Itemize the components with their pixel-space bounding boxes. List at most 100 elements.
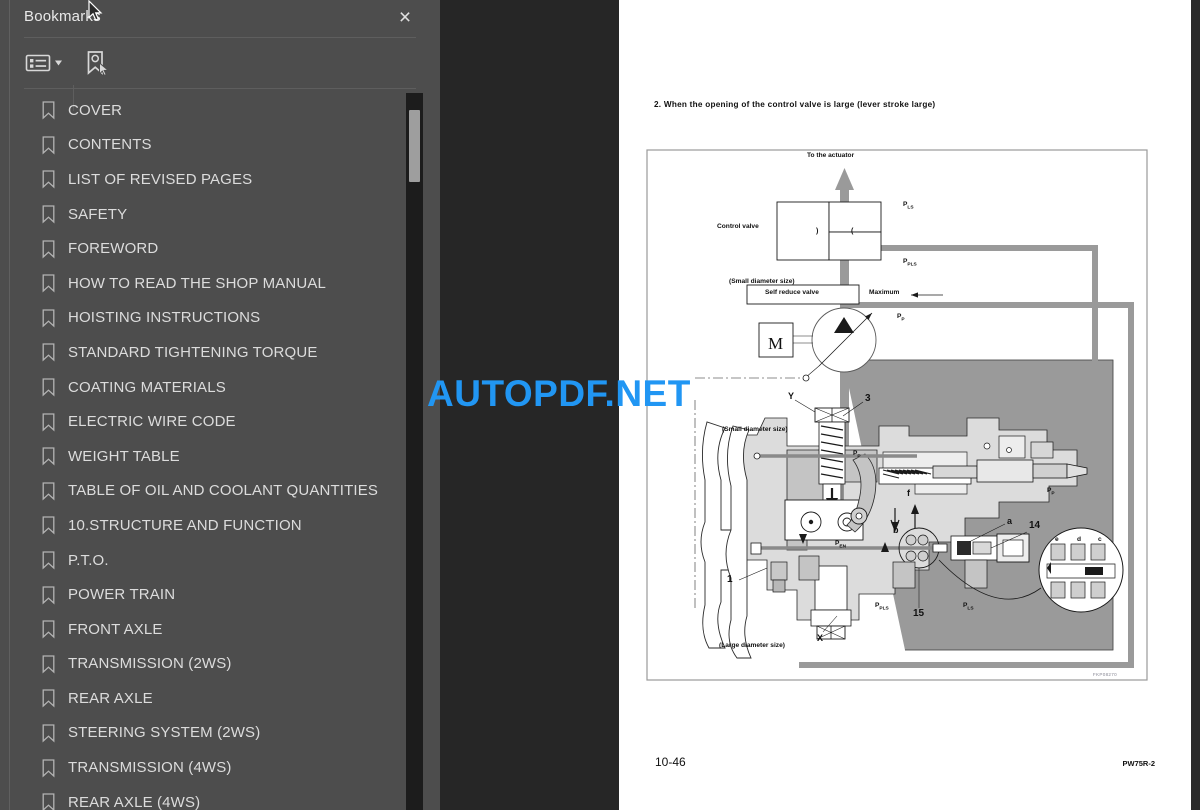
callout-15: 15 (913, 608, 925, 619)
bookmark-item[interactable]: STEERING SYSTEM (2WS) (10, 716, 406, 751)
bookmark-icon (42, 240, 55, 259)
letter-c: c (1098, 536, 1102, 543)
bookmark-icon (42, 412, 55, 432)
bookmark-item-label: HOISTING INSTRUCTIONS (68, 309, 261, 327)
port-label-ppls-top: PPLS (903, 258, 917, 268)
bookmark-item[interactable]: COATING MATERIALS (10, 370, 406, 405)
close-icon[interactable]: × (392, 5, 418, 31)
bookmark-item-label: TRANSMISSION (2WS) (68, 655, 232, 673)
letter-y: Y (788, 391, 795, 401)
bookmark-item-label: POWER TRAIN (68, 586, 176, 604)
port-label-ppls-bottom: PPLS (875, 602, 889, 612)
bookmark-list[interactable]: COVER CONTENTS LIST OF REVISED PAGES SAFETY… (10, 93, 406, 810)
bookmark-item[interactable]: 10.STRUCTURE AND FUNCTION (10, 508, 406, 543)
footer-page-number: 10-46 (655, 755, 686, 769)
bookmark-icon (42, 516, 55, 535)
bookmark-item-label: 10.STRUCTURE AND FUNCTION (68, 516, 302, 534)
bookmark-item[interactable]: SAFETY (10, 197, 406, 232)
bookmark-item[interactable]: WEIGHT TABLE (10, 439, 406, 474)
bookmark-icon (42, 136, 55, 155)
bookmark-icon (42, 551, 55, 570)
hydraulic-diagram: .pipe{fill:#9a9a9a;stroke:#4a4a4a;stroke… (646, 149, 1148, 681)
bookmark-item[interactable]: STANDARD TIGHTENING TORQUE (10, 335, 406, 370)
label-small-diameter-mid: (Small diameter size) (722, 426, 788, 433)
bookmark-icon (42, 378, 55, 397)
letter-b: b (893, 525, 899, 535)
port-label-pen: PEN (835, 540, 847, 550)
bookmark-item-label: COATING MATERIALS (68, 378, 226, 396)
bookmark-item[interactable]: ELECTRIC WIRE CODE (10, 404, 406, 439)
callout-1: 1 (727, 574, 733, 585)
bookmark-item-label: CONTENTS (68, 136, 152, 154)
label-maximum: Maximum (869, 289, 900, 296)
mouse-cursor-icon (88, 0, 104, 24)
bookmark-item-label: REAR AXLE (68, 689, 153, 707)
bookmark-item-label: REAR AXLE (4WS) (68, 793, 201, 810)
bookmark-icon (42, 343, 55, 362)
bookmark-icon (42, 170, 55, 189)
bookmark-item[interactable]: HOW TO READ THE SHOP MANUAL (10, 266, 406, 301)
port-label-pp-top: PP (897, 313, 905, 323)
pdf-page: 2. When the opening of the control valve… (619, 0, 1191, 810)
letter-a: a (1007, 516, 1013, 526)
bookmark-item[interactable]: TABLE OF OIL AND COOLANT QUANTITIES (10, 474, 406, 509)
bookmark-item[interactable]: FRONT AXLE (10, 612, 406, 647)
bookmark-item[interactable]: TRANSMISSION (4WS) (10, 750, 406, 785)
bookmark-icon (42, 274, 55, 293)
callout-3: 3 (865, 393, 871, 404)
list-options-icon[interactable] (24, 48, 70, 78)
scrollbar-thumb[interactable] (409, 110, 420, 182)
page-right-shadow (1191, 0, 1200, 810)
bookmark-icon (42, 689, 55, 708)
bookmark-item-label: STANDARD TIGHTENING TORQUE (68, 343, 318, 361)
bookmark-item-label: HOW TO READ THE SHOP MANUAL (68, 274, 326, 292)
bookmarks-toolbar (0, 38, 440, 111)
port-label-pp-mid: PP (853, 450, 861, 460)
label-large-diameter: (Large diameter size) (719, 642, 785, 649)
bookmark-icon (42, 655, 55, 674)
footer-model: PW75R-2 (1122, 759, 1155, 768)
svg-text:M: M (768, 334, 783, 353)
toolbar-divider (24, 88, 416, 89)
bookmark-icon (42, 482, 55, 501)
bookmark-item[interactable]: LIST OF REVISED PAGES (10, 162, 406, 197)
bookmark-icon (42, 724, 55, 743)
bookmark-item[interactable]: HOISTING INSTRUCTIONS (10, 301, 406, 336)
letter-e: e (1055, 536, 1059, 543)
scrollbar-track[interactable] (406, 93, 423, 810)
chevron-down-icon (55, 60, 62, 66)
new-bookmark-icon[interactable] (82, 48, 112, 78)
bookmark-item[interactable]: CONTENTS (10, 128, 406, 163)
panel-header: Bookmarks × (10, 0, 440, 38)
bookmark-item[interactable]: REAR AXLE (4WS) (10, 785, 406, 810)
bookmark-icon (42, 620, 55, 639)
bookmark-item-label: FRONT AXLE (68, 620, 163, 638)
watermark: AUTOPDF.NET (427, 373, 691, 414)
port-label-pp-right: PP (1047, 487, 1055, 497)
bookmark-icon (42, 758, 55, 778)
bookmark-item-label: ELECTRIC WIRE CODE (68, 413, 236, 431)
bookmark-item-label: FOREWORD (68, 240, 159, 258)
bookmark-item-label: COVER (68, 101, 123, 119)
letter-d: d (1077, 536, 1082, 543)
bookmark-icon (42, 447, 55, 466)
figure-code: FKP08270 (1092, 672, 1117, 677)
label-small-diameter-top: (Small diameter size) (729, 278, 795, 285)
bookmark-item[interactable]: POWER TRAIN (10, 577, 406, 612)
bookmark-item[interactable]: FOREWORD (10, 231, 406, 266)
bookmark-item-label: TABLE OF OIL AND COOLANT QUANTITIES (68, 482, 379, 500)
bookmark-item-label: LIST OF REVISED PAGES (68, 170, 253, 188)
bookmark-item[interactable]: P.T.O. (10, 543, 406, 578)
bookmark-icon (42, 585, 55, 605)
bookmark-item[interactable]: TRANSMISSION (2WS) (10, 647, 406, 682)
bookmark-item[interactable]: COVER (10, 93, 406, 128)
bookmark-icon (42, 793, 55, 810)
letter-f: f (907, 488, 910, 498)
bookmark-item-label: STEERING SYSTEM (2WS) (68, 724, 261, 742)
bookmark-item-label: WEIGHT TABLE (68, 447, 180, 465)
bookmarks-panel: Bookmarks × COVER CONTENTS LIST OF REVISED… (0, 0, 440, 810)
bookmark-icon (42, 205, 55, 224)
bookmark-item[interactable]: REAR AXLE (10, 681, 406, 716)
bookmark-item-label: P.T.O. (68, 551, 109, 569)
callout-14: 14 (1029, 520, 1041, 531)
